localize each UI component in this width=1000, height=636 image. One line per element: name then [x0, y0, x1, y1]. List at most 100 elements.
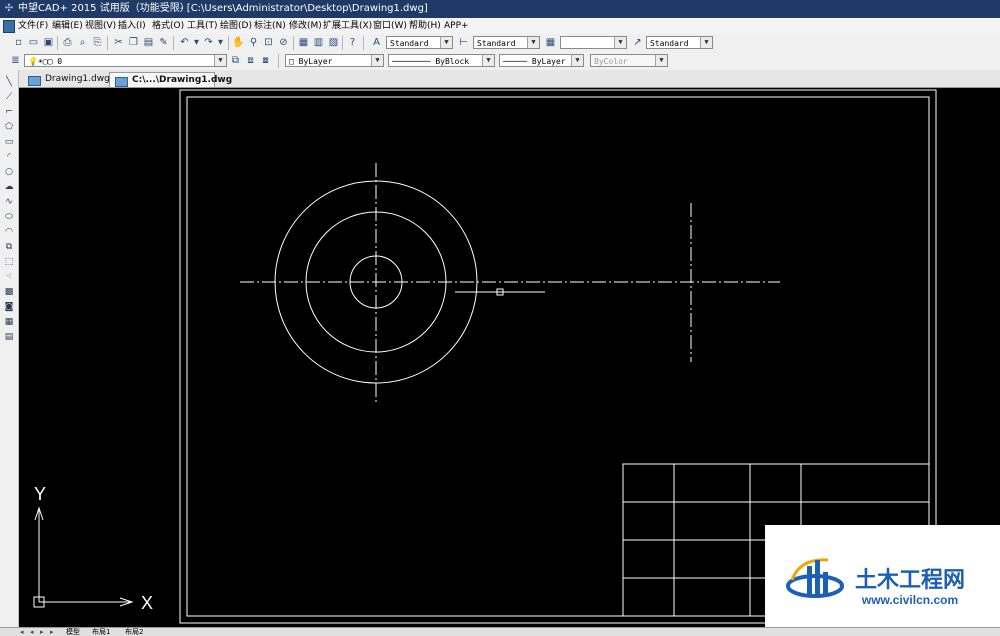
- chevron-down-icon[interactable]: ▼: [614, 37, 626, 48]
- insert-block-icon[interactable]: ⧉: [3, 241, 15, 253]
- lineweight-select[interactable]: ───── ByLayer ▼: [499, 54, 584, 67]
- line-icon[interactable]: ╲: [3, 76, 15, 88]
- menu-tools[interactable]: 工具(T): [187, 18, 218, 34]
- layer-previous-icon[interactable]: ⧉: [229, 54, 242, 67]
- point-icon[interactable]: ⁖: [3, 271, 15, 283]
- linetype-sample-icon: ────────: [392, 57, 436, 66]
- toolbar-separator: [293, 36, 294, 50]
- layer-state-icons: 💡☀▢▢: [28, 57, 58, 66]
- drawing-file-icon: [28, 76, 41, 86]
- table-style-icon[interactable]: ▦: [544, 36, 557, 49]
- layer-isolate-icon[interactable]: ⧇: [259, 54, 272, 67]
- chevron-down-icon[interactable]: ▼: [371, 55, 383, 66]
- zoom-realtime-icon[interactable]: ⚲: [247, 36, 260, 49]
- menu-edit[interactable]: 编辑(E): [52, 18, 83, 34]
- tab-label: Drawing1.dwg: [45, 74, 110, 84]
- layer-select[interactable]: 💡☀▢▢ 0 ▼: [24, 54, 227, 67]
- ellipse-arc-icon[interactable]: ◠: [3, 226, 15, 238]
- watermark-brand: 土木工程网: [855, 568, 965, 593]
- standard-toolbar: ▫ ▭ ▣ ⎙ ⌕ ⎘ ✂ ❐ ▤ ✎ ↶ ▾ ↷ ▾ ✋ ⚲ ⊡ ⊘ ▦ ▥ …: [0, 34, 1000, 53]
- zoom-window-icon[interactable]: ⊡: [262, 36, 275, 49]
- layer-manager-icon[interactable]: ≣: [9, 54, 22, 67]
- ucs-icon: [33, 506, 134, 608]
- print-preview-icon[interactable]: ⌕: [76, 36, 89, 49]
- table-style-select[interactable]: ▼: [560, 36, 627, 49]
- multileader-style-icon[interactable]: ↗: [631, 36, 644, 49]
- table-icon[interactable]: ▦: [3, 316, 15, 328]
- print-icon[interactable]: ⎙: [61, 36, 74, 49]
- menu-bar: 文件(F) 编辑(E) 视图(V) 插入(I) 格式(O) 工具(T) 绘图(D…: [0, 18, 1000, 35]
- chevron-down-icon[interactable]: ▼: [214, 55, 226, 66]
- menu-format[interactable]: 格式(O): [152, 18, 184, 34]
- multileader-style-select[interactable]: Standard ▼: [646, 36, 713, 49]
- spline-icon[interactable]: ∿: [3, 196, 15, 208]
- design-center-icon[interactable]: ▥: [312, 36, 325, 49]
- chevron-down-icon[interactable]: ▼: [527, 37, 539, 48]
- menu-extended-tools[interactable]: 扩展工具(X): [323, 18, 372, 34]
- redo-dropdown-icon[interactable]: ▾: [214, 36, 227, 49]
- drawing-file-icon: [115, 77, 128, 87]
- plot-style-select: ByColor ▼: [590, 54, 668, 67]
- copy-icon[interactable]: ❐: [127, 36, 140, 49]
- draw-toolbar: ╲ ⟋ ⌐ ⬠ ▭ ◜ ○ ☁ ∿ ⬭ ◠ ⧉ ⬚ ⁖ ▩ ◙ ▦ ▤: [0, 70, 19, 628]
- chevron-down-icon[interactable]: ▼: [440, 37, 452, 48]
- save-icon[interactable]: ▣: [42, 36, 55, 49]
- layers-toolbar: ≣ 💡☀▢▢ 0 ▼ ⧉ ⧈ ⧇ □ ByLayer ▼ ──────── ByBl…: [0, 52, 1000, 71]
- make-current-layer-icon[interactable]: ⧈: [244, 54, 257, 67]
- arc-icon[interactable]: ◜: [3, 151, 15, 163]
- text-style-icon[interactable]: A: [370, 36, 383, 49]
- lineweight-sample-icon: ─────: [503, 57, 532, 66]
- help-icon[interactable]: ?: [346, 36, 359, 49]
- color-select[interactable]: □ ByLayer ▼: [285, 54, 384, 67]
- pan-icon[interactable]: ✋: [232, 36, 245, 49]
- dimension-style-select[interactable]: Standard ▼: [473, 36, 540, 49]
- menu-app-plus[interactable]: APP+: [444, 18, 469, 34]
- menu-insert[interactable]: 插入(I): [118, 18, 146, 34]
- chevron-down-icon[interactable]: ▼: [700, 37, 712, 48]
- multiline-text-icon[interactable]: ▤: [3, 331, 15, 343]
- region-icon[interactable]: ◙: [3, 301, 15, 313]
- paste-icon[interactable]: ▤: [142, 36, 155, 49]
- chevron-down-icon[interactable]: ▼: [571, 55, 583, 66]
- zoom-previous-icon[interactable]: ⊘: [277, 36, 290, 49]
- tab-drawing1-path[interactable]: C:\...\Drawing1.dwg: [109, 72, 232, 87]
- menu-window[interactable]: 窗口(W): [373, 18, 407, 34]
- dimension-style-icon[interactable]: ⊢: [457, 36, 470, 49]
- chevron-down-icon[interactable]: ▼: [482, 55, 494, 66]
- ucs-y-label: Y: [34, 484, 46, 504]
- menu-modify[interactable]: 修改(M): [289, 18, 322, 34]
- publish-icon[interactable]: ⎘: [91, 36, 104, 49]
- menu-view[interactable]: 视图(V): [85, 18, 116, 34]
- document-icon[interactable]: [3, 20, 15, 33]
- construction-line-icon[interactable]: ⟋: [3, 91, 15, 103]
- circle-icon[interactable]: ○: [3, 166, 15, 178]
- hatch-icon[interactable]: ▩: [3, 286, 15, 298]
- menu-draw[interactable]: 绘图(D): [220, 18, 252, 34]
- menu-file[interactable]: 文件(F): [18, 18, 48, 34]
- new-icon[interactable]: ▫: [12, 36, 25, 49]
- rectangle-icon[interactable]: ▭: [3, 136, 15, 148]
- drawing-svg[interactable]: Y X 土木工程网 www.civilcn.com: [19, 88, 1000, 628]
- make-block-icon[interactable]: ⬚: [3, 256, 15, 268]
- polyline-icon[interactable]: ⌐: [3, 106, 15, 118]
- revision-cloud-icon[interactable]: ☁: [3, 181, 15, 193]
- menu-dimension[interactable]: 标注(N): [254, 18, 286, 34]
- toolbar-separator: [57, 36, 58, 50]
- open-icon[interactable]: ▭: [27, 36, 40, 49]
- properties-icon[interactable]: ▦: [297, 36, 310, 49]
- polygon-icon[interactable]: ⬠: [3, 121, 15, 133]
- toolbar-separator: [173, 36, 174, 50]
- cut-icon[interactable]: ✂: [112, 36, 125, 49]
- drawing-canvas[interactable]: Y X 土木工程网 www.civilcn.com: [19, 88, 1000, 628]
- text-style-select[interactable]: Standard ▼: [386, 36, 453, 49]
- linetype-select[interactable]: ──────── ByBlock ▼: [388, 54, 495, 67]
- ucs-x-label: X: [141, 593, 153, 613]
- tab-label: C:\...\Drawing1.dwg: [132, 75, 233, 85]
- tab-drawing1[interactable]: Drawing1.dwg: [23, 72, 110, 87]
- app-title: 中望CAD+ 2015 试用版（功能受限）: [18, 3, 190, 14]
- menu-help[interactable]: 帮助(H): [409, 18, 441, 34]
- ellipse-icon[interactable]: ⬭: [3, 211, 15, 223]
- tool-palette-icon[interactable]: ▧: [327, 36, 340, 49]
- match-properties-icon[interactable]: ✎: [157, 36, 170, 49]
- document-tabs: Drawing1.dwg C:\...\Drawing1.dwg: [19, 70, 1000, 88]
